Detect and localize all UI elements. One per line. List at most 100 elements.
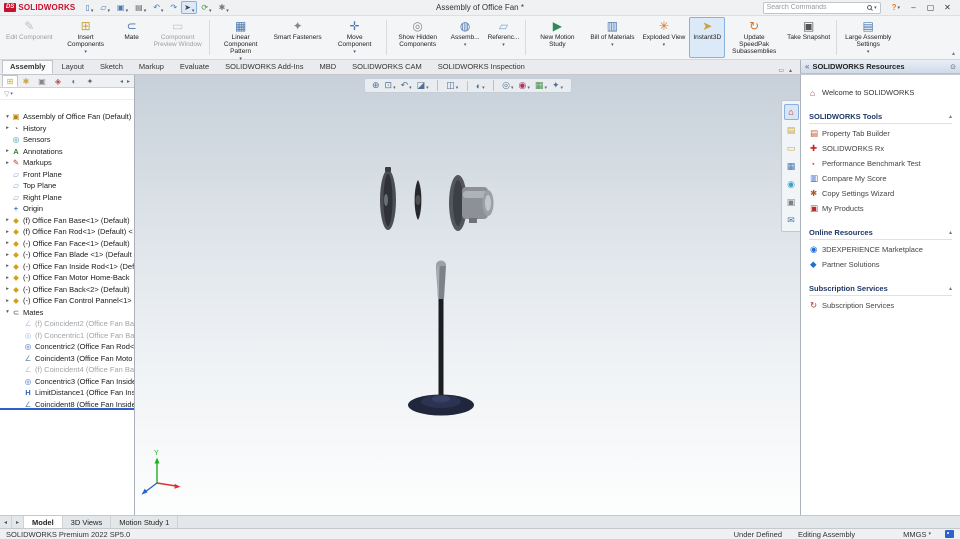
taskpane-row[interactable]: ◆ Partner Solutions (801, 257, 960, 272)
taskpane-row[interactable]: ◉ 3DEXPERIENCE Marketplace (801, 242, 960, 257)
fan-pole[interactable] (438, 299, 444, 401)
tree-item[interactable]: ∠ (f) Coincident2 (Office Fan Ba (0, 318, 134, 330)
ribbon-button[interactable]: ▣ Take Snapshot (783, 17, 834, 58)
expander-icon[interactable]: ▸ (4, 229, 11, 235)
ribbon-button[interactable]: ✳ Exploded View (638, 17, 689, 58)
quick-access-button[interactable]: ✱ (216, 1, 232, 14)
expander-icon[interactable]: ▸ (4, 252, 11, 258)
manager-tab[interactable]: ◈ (50, 75, 66, 87)
fan-blade[interactable] (414, 180, 422, 220)
ribbon-button[interactable]: ▱ Referenc... (484, 17, 524, 58)
manager-tab[interactable]: ◐ (66, 75, 82, 87)
tree-item[interactable]: ▸ ◆ (f) Office Fan Rod<1> (Default) < (0, 226, 134, 238)
search-input[interactable] (766, 4, 866, 11)
quick-access-button[interactable]: ▱ (97, 1, 113, 14)
tree-item[interactable]: ▾ ▣ Assembly of Office Fan (Default) (0, 111, 134, 123)
quick-access-button[interactable]: ↶ (150, 1, 166, 14)
taskpane-row[interactable]: Online Resources ▴ (809, 227, 952, 240)
model-tab[interactable]: Motion Study 1 (111, 516, 179, 528)
filter-funnel-icon[interactable]: ▽ (4, 90, 9, 98)
manager-tab[interactable]: ▣ (34, 75, 50, 87)
headsup-button[interactable]: ⊕ (369, 80, 382, 91)
taskpane-tab[interactable]: ▦ (784, 158, 799, 174)
search-dropdown-icon[interactable]: ▾ (874, 5, 877, 11)
manager-tabs-scroll-right-icon[interactable]: ▸ (125, 78, 132, 85)
commandmanager-tab[interactable]: Sketch (92, 60, 131, 74)
tree-item[interactable]: ▸ ◆ (-) Office Fan Motor Home-Back (0, 272, 134, 284)
graphics-area[interactable]: ⊕ ⊡ ↶ ◪ (135, 75, 800, 515)
taskpane-tab[interactable]: ▣ (784, 194, 799, 210)
expander-icon[interactable]: ▸ (4, 125, 11, 131)
ribbon-button[interactable]: ↻ Update SpeedPak Subassemblies (725, 17, 783, 58)
tree-item[interactable]: ▱ Front Plane (0, 169, 134, 181)
commandmanager-tab[interactable]: Assembly (2, 60, 54, 74)
ribbon-button[interactable]: ▥ Bill of Materials (586, 17, 638, 58)
taskpane-tab[interactable]: ✉ (784, 212, 799, 228)
headsup-button[interactable]: ◎ (493, 80, 516, 91)
ribbon-separator[interactable] (385, 20, 387, 55)
fan-neck[interactable] (436, 260, 446, 300)
ribbon-collapse-icon[interactable]: ▴ (952, 50, 955, 57)
fan-guard-front[interactable] (380, 167, 396, 230)
tree-item[interactable]: ▸ ◆ (-) Office Fan Back<2> (Default) (0, 284, 134, 296)
ribbon-button[interactable]: ▤ Large Assembly Settings (839, 17, 897, 58)
headsup-button[interactable]: ◐ (466, 80, 487, 91)
fan-base[interactable] (408, 394, 474, 416)
commandmanager-tab[interactable]: Evaluate (172, 60, 217, 74)
expander-icon[interactable]: ▸ (4, 286, 11, 292)
model-tab[interactable]: Model (24, 516, 63, 528)
tree-item[interactable]: ▾ ⊂ Mates (0, 307, 134, 319)
ribbon-button[interactable]: ✛ Move Component (326, 17, 384, 58)
taskpane-pin-icon[interactable]: ⊙ (950, 63, 956, 71)
minimize-button[interactable]: – (905, 1, 922, 15)
ribbon-button[interactable]: ▭ Component Preview Window (149, 17, 207, 58)
commandmanager-tab[interactable]: Markup (131, 60, 172, 74)
ribbon-button[interactable]: ➤ Instant3D (689, 17, 726, 58)
tree-item[interactable]: ∠ Coincident8 (Office Fan Inside (0, 399, 134, 411)
tree-item[interactable]: ▱ Top Plane (0, 180, 134, 192)
headsup-button[interactable]: ↶ (398, 80, 414, 91)
taskpane-row[interactable]: ▥ Compare My Score (801, 171, 960, 186)
headsup-button[interactable]: ⊡ (382, 80, 398, 91)
headsup-button[interactable]: ✦ (549, 80, 565, 91)
ribbon-button[interactable]: ◍ Assemb... (447, 17, 484, 58)
units-selector[interactable]: MMGS ▾ (903, 530, 931, 539)
commandmanager-tab[interactable]: Layout (53, 60, 92, 74)
manager-tab[interactable]: ⊞ (2, 75, 18, 87)
ribbon-button[interactable]: ▦ Linear Component Pattern (212, 17, 270, 58)
fan-motor-assembly[interactable] (449, 175, 494, 231)
ribbon-button[interactable]: ⊞ Insert Components (57, 17, 115, 58)
ribbon-button[interactable]: ✎ Edit Component (2, 17, 57, 58)
taskpane-row[interactable]: SOLIDWORKS Tools ▴ (809, 111, 952, 124)
quick-access-button[interactable]: ➤ (181, 1, 198, 14)
taskpane-tab[interactable]: ⌂ (783, 104, 799, 120)
headsup-button[interactable]: ◪ (414, 80, 431, 91)
taskpane-row[interactable]: ▤ Property Tab Builder (801, 126, 960, 141)
taskpane-collapse-chevrons-icon[interactable]: « (805, 62, 809, 71)
headsup-button[interactable]: ◉ (516, 80, 532, 91)
quick-access-button[interactable]: ⟳ (198, 1, 214, 14)
ribbon-button[interactable]: ✦ Smart Fasteners (270, 17, 326, 58)
tree-item[interactable]: ▸ ◆ (-) Office Fan Face<1> (Default) (0, 238, 134, 250)
tree-item[interactable]: ▸ ◆ (-) Office Fan Blade <1> (Default (0, 249, 134, 261)
taskpane-tab[interactable]: ◉ (784, 176, 799, 192)
taskpane-tab[interactable]: ▭ (784, 140, 799, 156)
headsup-button[interactable]: ▦ (532, 80, 549, 91)
expander-icon[interactable]: ▸ (4, 298, 11, 304)
tree-item[interactable]: ▸ ◔ History (0, 123, 134, 135)
expander-icon[interactable]: ▸ (4, 148, 11, 154)
expander-icon[interactable]: ▸ (4, 217, 11, 223)
ribbon-separator[interactable] (525, 20, 527, 55)
commandmanager-tab[interactable]: SOLIDWORKS Add-Ins (217, 60, 311, 74)
expander-icon[interactable]: ▾ (4, 309, 11, 315)
commandmanager-float-icon[interactable]: ▭ (778, 67, 784, 74)
model-tab[interactable]: 3D Views (63, 516, 112, 528)
tree-item[interactable]: ▸ ◆ (-) Office Fan Inside Rod<1> (Def (0, 261, 134, 273)
tree-item[interactable]: ◎ Concentric2 (Office Fan Rod< (0, 341, 134, 353)
taskpane-row[interactable]: ✚ SOLIDWORKS Rx (801, 141, 960, 156)
ribbon-separator[interactable] (208, 20, 210, 55)
expander-icon[interactable]: ▾ (4, 114, 11, 120)
commandmanager-tab[interactable]: SOLIDWORKS CAM (344, 60, 430, 74)
tabs-scroll-left-icon[interactable]: ◂ (0, 516, 12, 528)
filter-dropdown-icon[interactable]: ▾ (10, 91, 13, 97)
